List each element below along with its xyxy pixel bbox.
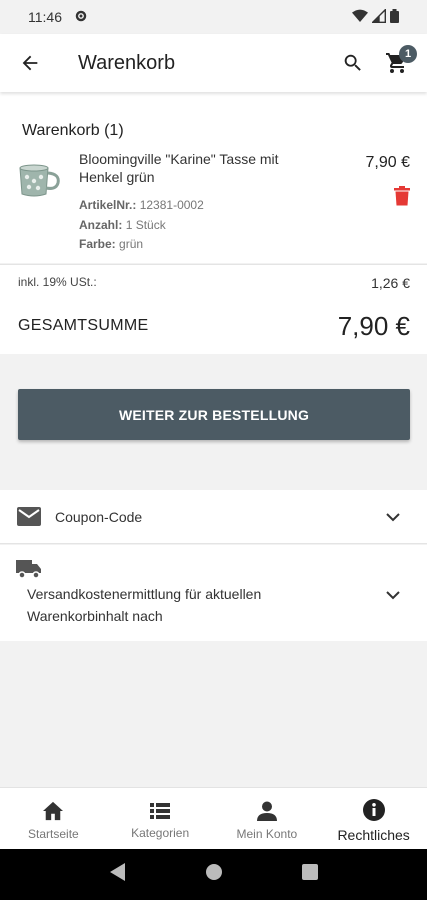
- signal-icon: [371, 7, 386, 26]
- list-icon: [150, 802, 171, 819]
- system-back-icon[interactable]: [109, 863, 126, 886]
- status-time: 11:46: [28, 9, 62, 25]
- person-icon: [256, 801, 277, 821]
- truck-icon: [16, 559, 42, 584]
- status-bar: 11:46: [0, 0, 427, 34]
- trash-icon: [394, 186, 410, 206]
- total-label: GESAMTSUMME: [18, 317, 149, 334]
- nav-item-kategorien[interactable]: Kategorien: [107, 788, 214, 849]
- system-home-icon[interactable]: [205, 863, 223, 886]
- delete-item-button[interactable]: [394, 186, 410, 211]
- back-button[interactable]: [0, 34, 60, 92]
- cart-section: Warenkorb (1) Bloomingville "Karine" Tas…: [0, 92, 427, 263]
- article-number: ArtikelNr.: 12381-0002: [79, 198, 204, 212]
- mail-icon: [17, 507, 41, 531]
- search-icon: [344, 54, 361, 71]
- nav-label: Startseite: [28, 826, 79, 841]
- nav-item-mein-konto[interactable]: Mein Konto: [214, 788, 321, 849]
- total-value: 7,90 €: [337, 311, 410, 341]
- nav-label: Kategorien: [131, 825, 190, 840]
- shipping-cost-panel[interactable]: Versandkostenermittlung für aktuellen Wa…: [0, 545, 427, 641]
- system-recents-icon[interactable]: [301, 864, 318, 885]
- cart-heading: Warenkorb (1): [22, 122, 124, 139]
- nav-item-rechtliches[interactable]: Rechtliches: [320, 788, 427, 849]
- search-button[interactable]: [331, 41, 375, 85]
- cart-count-badge: 1: [399, 45, 417, 63]
- wifi-icon: [352, 9, 368, 26]
- settings-gear-icon: [74, 9, 88, 26]
- color: Farbe: grün: [79, 237, 144, 251]
- nav-item-startseite[interactable]: Startseite: [0, 788, 107, 849]
- chevron-down-icon[interactable]: [386, 509, 400, 527]
- chevron-down-icon[interactable]: [386, 587, 400, 605]
- quantity: Anzahl: 1 Stück: [79, 218, 166, 232]
- info-icon: [362, 798, 385, 821]
- home-icon: [43, 801, 64, 820]
- vat-label: inkl. 19% USt.:: [18, 275, 97, 289]
- cart-button[interactable]: 1: [375, 41, 419, 85]
- totals-section: inkl. 19% USt.: 1,26 € GESAMTSUMME 7,90 …: [0, 264, 427, 354]
- product-price: 7,90 €: [365, 154, 410, 171]
- battery-icon: [390, 8, 399, 26]
- product-name[interactable]: Bloomingville "Karine" Tasse mit Henkel …: [79, 150, 309, 186]
- shipping-cost-label: Versandkostenermittlung für aktuellen Wa…: [27, 586, 262, 624]
- coupon-code-panel[interactable]: Coupon-Code: [0, 490, 427, 544]
- vat-value: 1,26 €: [371, 275, 410, 291]
- system-navigation-bar: [0, 849, 427, 900]
- bottom-navigation: Startseite Kategorien Mein Konto Rechtli…: [0, 787, 427, 849]
- coupon-code-label: Coupon-Code: [55, 509, 143, 525]
- app-bar: Warenkorb 1: [0, 34, 427, 92]
- product-thumbnail[interactable]: [14, 160, 64, 205]
- checkout-button[interactable]: WEITER ZUR BESTELLUNG: [18, 389, 410, 440]
- nav-label: Mein Konto: [236, 826, 298, 841]
- arrow-left-icon: [22, 55, 38, 71]
- nav-label: Rechtliches: [337, 826, 410, 843]
- page-title: Warenkorb: [78, 51, 176, 74]
